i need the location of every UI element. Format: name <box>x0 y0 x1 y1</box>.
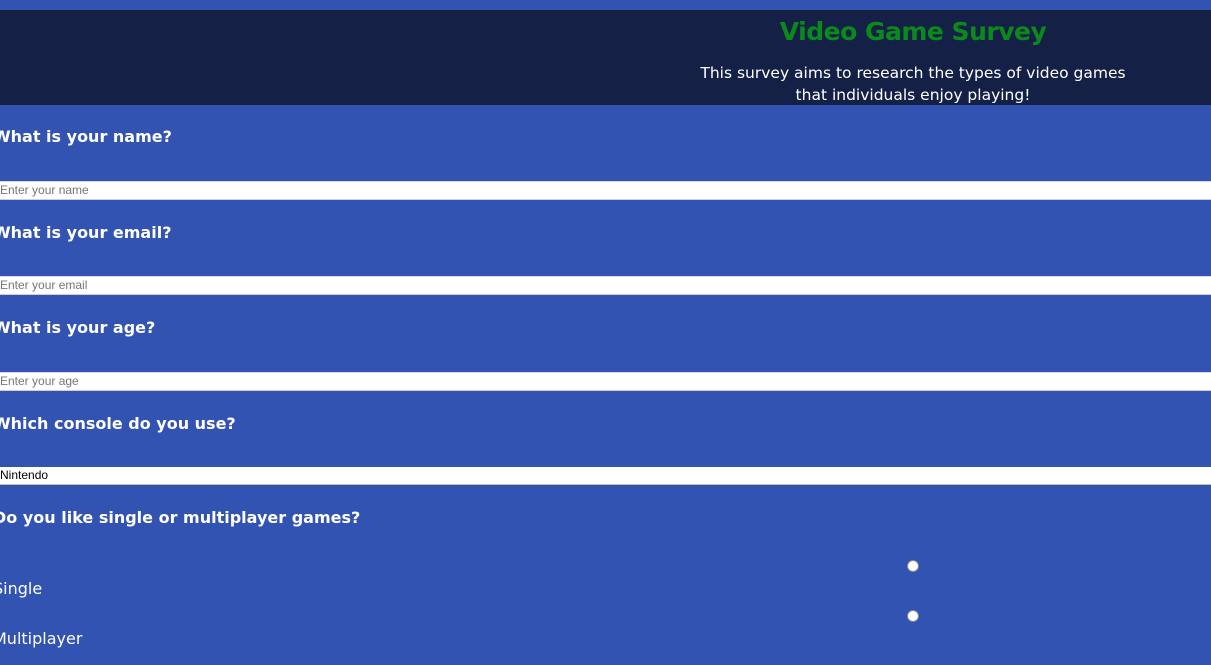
console-select[interactable]: Nintendo <box>0 467 1211 485</box>
age-input[interactable]: Enter your age <box>0 372 1211 391</box>
email-question: What is your email? <box>0 223 172 242</box>
survey-page: Video Game Survey This survey aims to re… <box>0 0 1211 665</box>
name-input[interactable]: Enter your name <box>0 181 1211 200</box>
age-question: What is your age? <box>0 318 156 337</box>
name-question: What is your name? <box>0 127 172 146</box>
name-input-placeholder: Enter your name <box>0 183 89 197</box>
top-strip <box>0 0 1211 10</box>
multiplayer-label: Multiplayer <box>0 629 83 648</box>
age-input-placeholder: Enter your age <box>0 374 79 388</box>
survey-header: Video Game Survey This survey aims to re… <box>0 10 1211 105</box>
survey-description: This survey aims to research the types o… <box>700 64 1126 104</box>
mode-question: Do you like single or multiplayer games? <box>0 508 361 527</box>
page-title: Video Game Survey <box>779 17 1047 46</box>
single-radio[interactable] <box>907 560 919 572</box>
email-input-placeholder: Enter your email <box>0 278 88 292</box>
single-label: Single <box>0 579 43 598</box>
console-question: Which console do you use? <box>0 414 236 433</box>
email-input[interactable]: Enter your email <box>0 276 1211 295</box>
multiplayer-radio[interactable] <box>907 610 919 622</box>
console-select-value: Nintendo <box>0 468 49 482</box>
